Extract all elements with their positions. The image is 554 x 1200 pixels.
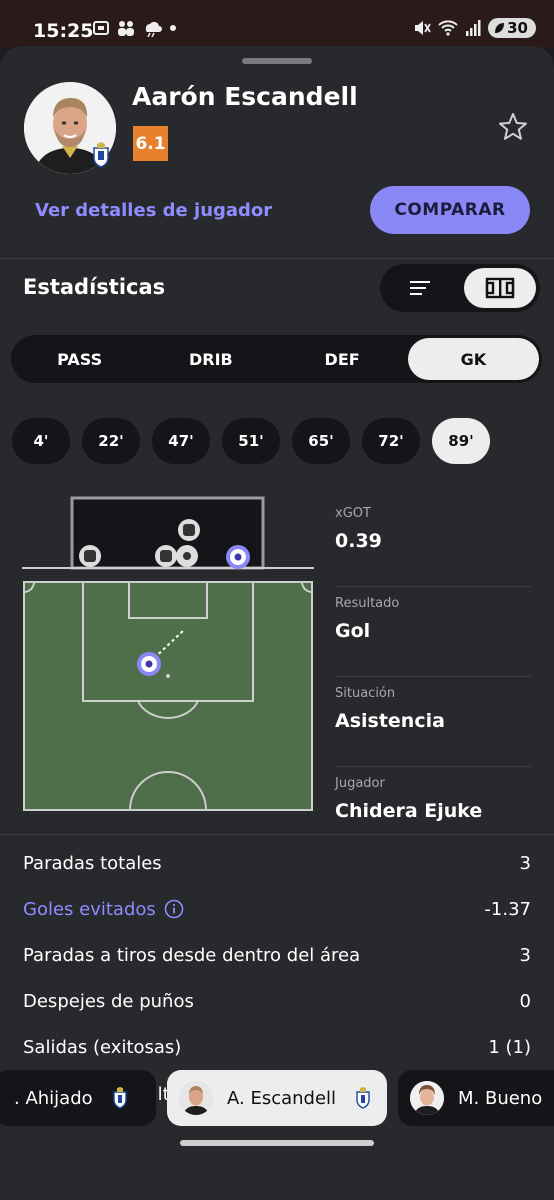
save-glove-icon [178,519,200,541]
leaf-icon [495,23,505,33]
minute-chip[interactable]: 47' [152,418,210,464]
shot-details: xGOT 0.39 Resultado Gol Situación Asiste… [335,504,531,866]
status-bar: 15:25 30 [0,0,554,48]
tab-pass[interactable]: PASS [14,338,145,380]
player-chip-selected[interactable]: A. Escandell [167,1070,387,1126]
pitch-view-button[interactable] [464,268,536,308]
player-name: Aarón Escandell [132,82,358,111]
category-tabs: PASS DRIB DEF GK [11,335,542,383]
tab-drib[interactable]: DRIB [145,338,276,380]
section-divider [0,258,554,259]
player-chip[interactable]: M. Bueno [398,1070,554,1126]
pitch-half [23,581,313,811]
player-sheet: Aarón Escandell 6.1 Ver detalles de juga… [0,46,554,1200]
shot-map [22,496,314,811]
minute-chip[interactable]: 4' [12,418,70,464]
shot-detail-situation: Situación Asistencia [335,686,531,767]
drag-handle[interactable] [242,58,312,64]
wifi-icon [438,20,458,36]
player-chip-avatar [179,1081,213,1115]
player-chip-name: . Ahijado [14,1087,93,1109]
minute-filter: 4' 22' 47' 51' 65' 72' 89' [12,418,490,464]
battery-level: 30 [507,19,528,37]
stats-divider [0,834,554,835]
player-chip[interactable]: . Ahijado [0,1070,156,1126]
minute-chip[interactable]: 22' [82,418,140,464]
minute-chip[interactable]: 51' [222,418,280,464]
player-chip-name: A. Escandell [227,1087,337,1109]
minute-chip[interactable]: 65' [292,418,350,464]
status-time: 15:25 [33,20,94,42]
shot-detail-xgot: xGOT 0.39 [335,506,531,587]
favorite-star-icon[interactable] [498,112,528,142]
goal-ball-icon [176,545,198,567]
info-icon[interactable] [164,899,184,919]
shot-detail-result: Resultado Gol [335,596,531,677]
stat-row-goals-prevented[interactable]: Goles evitados -1.37 [23,886,531,932]
club-crest-icon [356,1087,370,1109]
dot-icon [170,25,176,31]
stats-title: Estadísticas [23,275,166,299]
club-crest-icon [112,1087,127,1109]
minute-chip-selected[interactable]: 89' [432,418,490,464]
rating-badge: 6.1 [133,126,168,161]
status-left-icons [92,19,178,37]
battery-indicator: 30 [488,18,536,38]
screenshot-icon [93,21,109,35]
compare-button[interactable]: COMPARAR [370,186,530,234]
stat-row: Paradas totales 3 [23,852,531,874]
stat-row: Paradas a tiros desde dentro del área 3 [23,944,531,966]
list-view-button[interactable] [380,264,460,312]
club-crest-icon [93,142,109,168]
save-glove-icon [155,545,177,567]
tab-gk[interactable]: GK [407,338,539,380]
mute-icon [415,21,431,35]
penalty-spot [166,674,170,678]
pitch-icon [485,277,515,299]
minute-chip[interactable]: 72' [362,418,420,464]
weather-icon [145,21,162,37]
player-switcher: . Ahijado A. Escandell M. Bueno [0,1068,554,1132]
save-glove-icon [79,545,101,567]
stat-row: Salidas (exitosas) 1 (1) [23,1037,531,1059]
player-chip-name: M. Bueno [458,1087,543,1109]
gesture-nav-bar[interactable] [180,1140,374,1146]
status-right-icons: 30 [413,18,536,38]
signal-icon [466,20,481,36]
shot-ball-selected-icon [226,545,250,569]
shot-origin-ball-icon [137,652,161,676]
view-toggle [380,264,540,312]
people-icon [118,21,134,36]
tab-def[interactable]: DEF [277,338,408,380]
list-icon [410,281,430,295]
player-chip-avatar [410,1081,444,1115]
stat-row: Despejes de puños 0 [23,991,531,1013]
player-details-link[interactable]: Ver detalles de jugador [35,200,272,221]
